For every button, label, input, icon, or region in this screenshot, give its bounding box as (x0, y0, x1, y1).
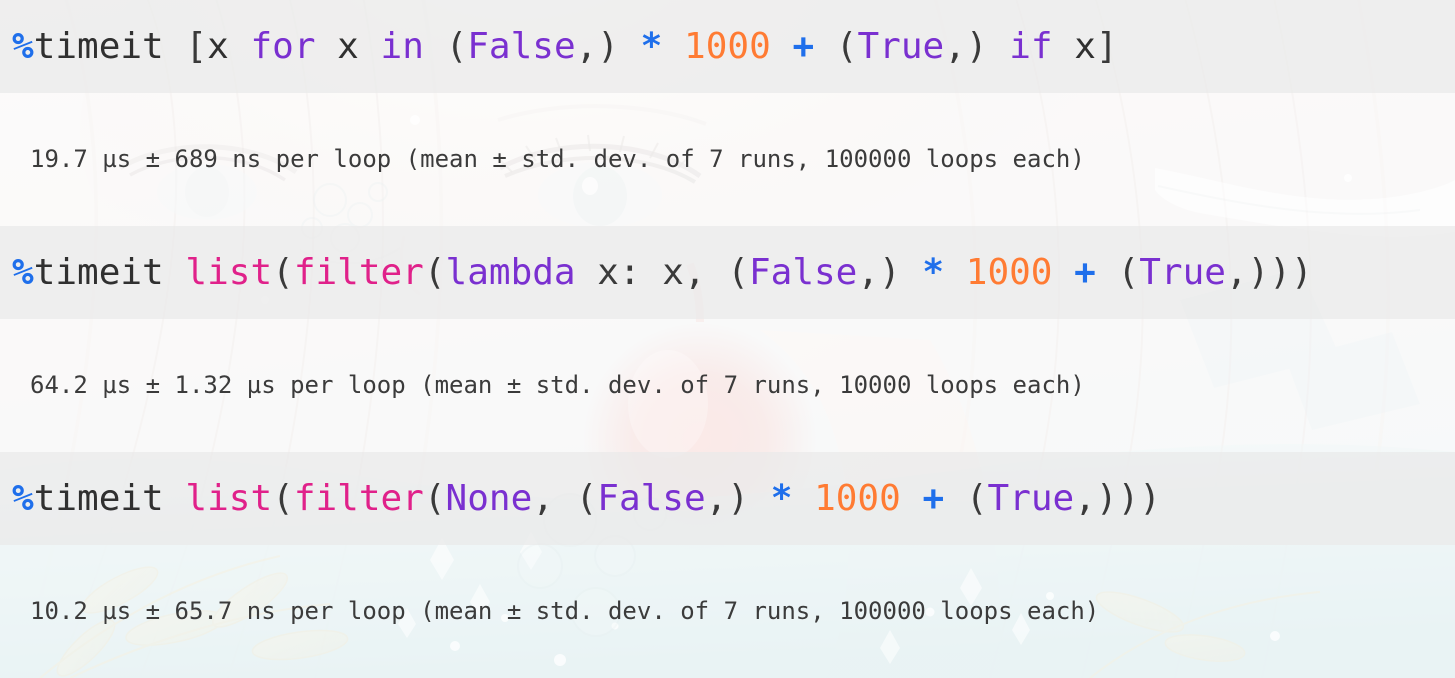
code-cell-output-3: 10.2 µs ± 65.7 ns per loop (mean ± std. … (0, 545, 1455, 678)
code-token-punct: ( (423, 477, 446, 519)
code-cell-output-2: 64.2 µs ± 1.32 µs per loop (mean ± std. … (0, 319, 1455, 452)
code-token-punct: ,) (575, 25, 619, 67)
code-token-punct: ( (272, 477, 294, 519)
code-token-punct: ( (423, 251, 446, 293)
code-token-operator: * (770, 477, 793, 519)
code-line-1: %timeit [x for x in (False,) * 1000 + (T… (0, 25, 1118, 68)
code-token-operator: + (922, 477, 945, 519)
code-token-number: 1000 (684, 25, 771, 67)
code-token-constant: True (857, 25, 945, 67)
code-token-punct: ( (423, 25, 468, 67)
code-token-builtin: list (185, 251, 273, 293)
code-token-constant: False (748, 251, 858, 293)
code-line-3: %timeit list(filter(None, (False,) * 100… (0, 477, 1161, 520)
code-token-punct: ( (944, 477, 988, 519)
code-token-plain: x (315, 25, 381, 67)
code-token-punct: [ (163, 25, 208, 67)
code-token-keyword: if (1009, 25, 1053, 67)
notebook-cell-stack: %timeit [x for x in (False,) * 1000 + (T… (0, 0, 1455, 678)
code-cell-input-3[interactable]: %timeit list(filter(None, (False,) * 100… (0, 452, 1455, 545)
code-token-constant: True (1139, 251, 1226, 293)
code-token-keyword: for (250, 25, 316, 67)
code-token-constant: None (445, 477, 533, 519)
code-token-punct: ,) (944, 25, 988, 67)
code-token-magic: % (12, 25, 34, 67)
code-token-number: 1000 (965, 251, 1053, 293)
code-token-constant: False (597, 477, 706, 519)
code-token-punct: ,) (857, 251, 901, 293)
code-token-number: 1000 (814, 477, 901, 519)
code-token-plain: timeit (33, 477, 164, 519)
code-token-punct: ( (272, 251, 294, 293)
code-token-builtin: filter (293, 251, 424, 293)
output-text-3: 10.2 µs ± 65.7 ns per loop (mean ± std. … (30, 597, 1100, 626)
code-token-operator: + (792, 25, 815, 67)
code-token-builtin: filter (293, 477, 424, 519)
code-cell-input-2[interactable]: %timeit list(filter(lambda x: x, (False,… (0, 226, 1455, 319)
code-token-punct: ,))) (1225, 251, 1313, 293)
code-token-magic: % (12, 477, 34, 519)
code-token-constant: True (987, 477, 1075, 519)
code-token-plain: timeit (33, 25, 164, 67)
code-cell-output-1: 19.7 µs ± 689 ns per loop (mean ± std. d… (0, 93, 1455, 226)
code-token-builtin: list (185, 477, 273, 519)
code-token-operator: + (1074, 251, 1096, 293)
code-token-magic: % (12, 251, 34, 293)
code-token-plain: timeit (33, 251, 164, 293)
code-token-plain: x (1052, 25, 1096, 67)
code-token-punct: ,))) (1074, 477, 1161, 519)
code-token-punct: , ( (532, 477, 598, 519)
code-token-punct: ] (1095, 25, 1118, 67)
code-token-operator: * (640, 25, 663, 67)
code-token-operator: * (922, 251, 945, 293)
code-token-plain: x (207, 25, 229, 67)
code-token-punct: x: x, ( (575, 251, 749, 293)
code-line-2: %timeit list(filter(lambda x: x, (False,… (0, 251, 1313, 294)
code-token-punct: ( (1095, 251, 1140, 293)
code-token-keyword: in (380, 25, 424, 67)
code-token-constant: False (467, 25, 576, 67)
code-token-punct: ( (814, 25, 858, 67)
output-text-2: 64.2 µs ± 1.32 µs per loop (mean ± std. … (30, 371, 1085, 400)
output-text-1: 19.7 µs ± 689 ns per loop (mean ± std. d… (30, 145, 1085, 174)
code-token-punct: ,) (705, 477, 750, 519)
code-cell-input-1[interactable]: %timeit [x for x in (False,) * 1000 + (T… (0, 0, 1455, 93)
code-token-keyword: lambda (445, 251, 576, 293)
